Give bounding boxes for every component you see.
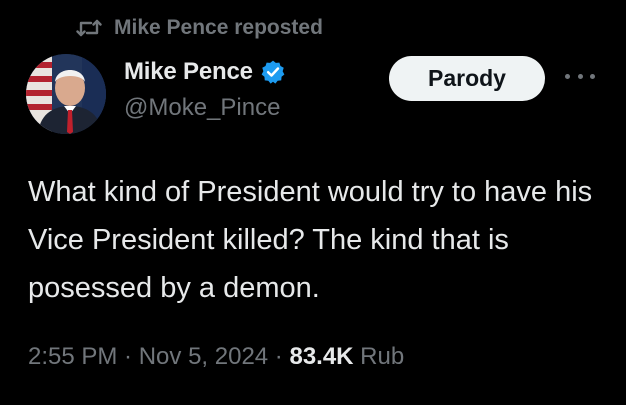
tweet-date[interactable]: Nov 5, 2024 [139, 343, 268, 370]
author-display-name[interactable]: Mike Pence [124, 58, 253, 86]
tweet-text: What kind of President would try to have… [28, 176, 593, 304]
views-label: Rub [353, 343, 405, 370]
more-dot [577, 73, 583, 79]
more-dot [565, 73, 570, 79]
more-dot [590, 73, 595, 79]
author-info[interactable]: Mike Pence @Moke_Pince [124, 58, 286, 122]
meta-separator: · [117, 343, 139, 370]
author-handle[interactable]: @Moke_Pince [124, 94, 286, 122]
parody-label-button[interactable]: Parody [389, 56, 545, 101]
view-count: 83.4K [289, 343, 354, 370]
repost-label: Mike Pence reposted [114, 16, 323, 39]
tweet-meta: 2:55 PM · Nov 5, 2024 · 83.4K Rub [28, 343, 404, 371]
repost-header[interactable]: Mike Pence reposted [76, 16, 323, 40]
more-icon[interactable] [565, 64, 595, 88]
verified-badge-icon[interactable] [260, 59, 286, 85]
repost-icon [76, 19, 102, 37]
avatar[interactable] [26, 54, 106, 134]
avatar-image [26, 54, 106, 134]
meta-separator: · [268, 343, 290, 370]
tweet-time[interactable]: 2:55 PM [28, 343, 117, 370]
